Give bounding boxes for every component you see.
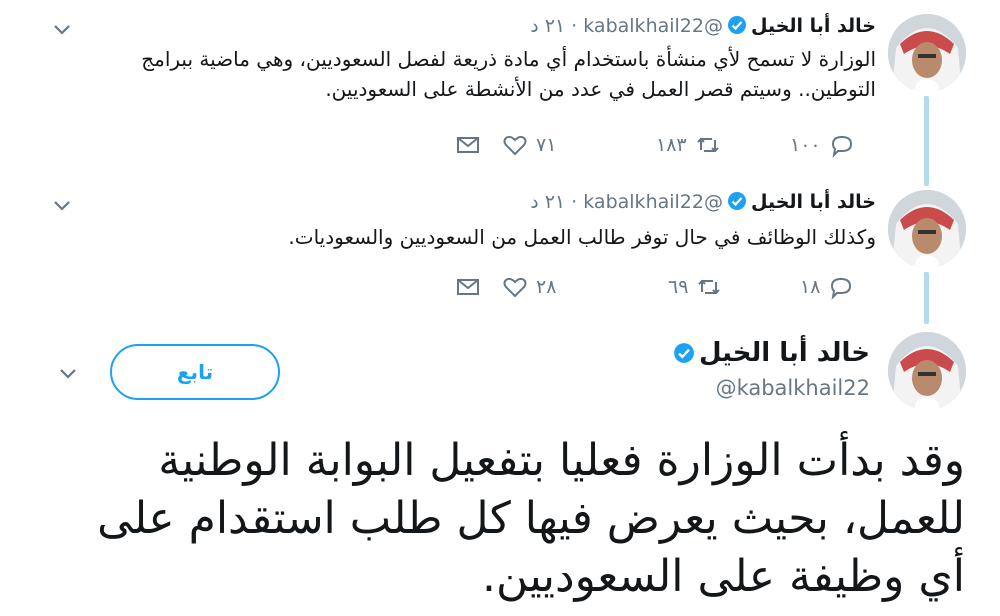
retweet-button[interactable]: ٦٩: [668, 272, 722, 302]
reply-count: ١٨: [800, 276, 821, 298]
retweet-count: ٦٩: [668, 276, 689, 298]
reply-icon: [831, 135, 852, 158]
chevron-down-icon[interactable]: [50, 18, 74, 42]
avatar[interactable]: [888, 14, 966, 92]
tweet-time[interactable]: ٢١ د: [530, 15, 565, 37]
message-button[interactable]: [455, 130, 481, 160]
chevron-down-icon[interactable]: [50, 194, 74, 218]
tweet-time[interactable]: ٢١ د: [530, 191, 565, 213]
retweet-icon: [698, 279, 721, 295]
like-button[interactable]: ٢٨: [502, 272, 556, 302]
retweet-button[interactable]: ١٨٣: [656, 130, 721, 160]
main-tweet-header: خالد أبا الخيل: [669, 336, 870, 373]
tweet-actions: ١٨ ٦٩ ٢٨: [0, 272, 1000, 302]
chevron-down-icon[interactable]: [56, 362, 80, 386]
author-handle[interactable]: @kabalkhail22: [583, 15, 723, 37]
main-tweet-text: وقد بدأت الوزارة فعليا بتفعيل البوابة ال…: [97, 435, 965, 602]
reply-count: ١٠٠: [790, 134, 821, 156]
reply-button[interactable]: ١٠٠: [790, 130, 855, 160]
verified-badge-icon: [727, 15, 747, 42]
verified-badge-icon: [673, 339, 695, 373]
author-name[interactable]: خالد أبا الخيل: [751, 15, 876, 37]
author-handle[interactable]: @kabalkhail22: [583, 191, 723, 213]
tweet-text: الوزارة لا تسمح لأي منشأة باستخدام أي ما…: [141, 47, 876, 101]
like-count: ٧١: [536, 134, 557, 156]
tweet-text: وكذلك الوظائف في حال توفر طالب العمل من …: [288, 225, 876, 249]
like-button[interactable]: ٧١: [502, 130, 556, 160]
retweet-icon: [696, 137, 719, 153]
reply-icon: [831, 277, 852, 300]
follow-label: تابع: [176, 360, 214, 384]
tweet-actions: ١٠٠ ١٨٣ ٧١: [0, 130, 1000, 160]
author-name[interactable]: خالد أبا الخيل: [751, 191, 876, 213]
tweet-header: خالد أبا الخيل@kabalkhail22 · ٢١ د: [530, 13, 876, 42]
follow-button[interactable]: تابع: [110, 344, 280, 400]
avatar[interactable]: [888, 190, 966, 268]
like-count: ٢٨: [536, 276, 557, 298]
reply-button[interactable]: ١٨: [800, 272, 854, 302]
author-handle[interactable]: @kabalkhail22: [716, 376, 870, 400]
message-button[interactable]: [455, 272, 481, 302]
tweet-header: خالد أبا الخيل@kabalkhail22 · ٢١ د: [530, 189, 876, 218]
message-icon: [457, 137, 479, 153]
message-icon: [457, 279, 479, 295]
like-icon: [503, 277, 527, 298]
author-name[interactable]: خالد أبا الخيل: [699, 338, 870, 368]
avatar[interactable]: [888, 332, 966, 410]
verified-badge-icon: [727, 191, 747, 218]
like-icon: [503, 135, 527, 156]
retweet-count: ١٨٣: [656, 134, 687, 156]
